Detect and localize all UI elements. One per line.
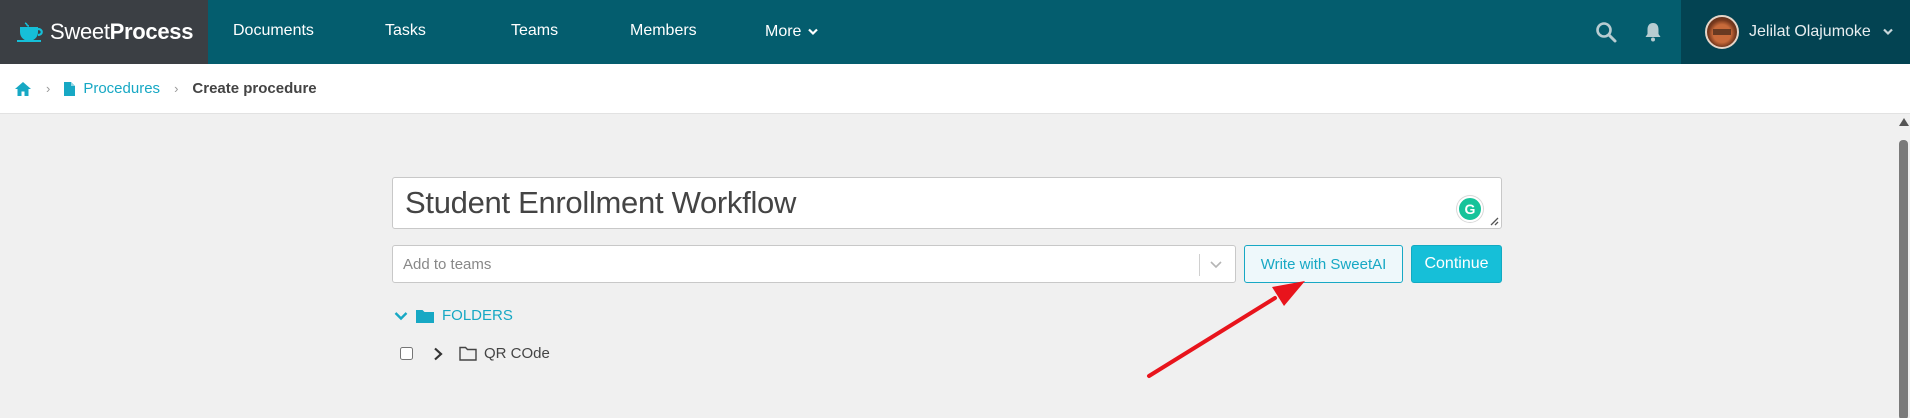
- procedure-title-value[interactable]: Student Enrollment Workflow: [405, 185, 796, 221]
- breadcrumb: › Procedures › Create procedure: [0, 64, 1910, 114]
- folder-outline-icon: [459, 346, 477, 361]
- nav-tasks[interactable]: Tasks: [385, 0, 426, 64]
- teams-placeholder: Add to teams: [403, 256, 492, 273]
- scroll-up-arrow-icon[interactable]: [1899, 118, 1909, 126]
- chevron-down-icon: [808, 28, 819, 36]
- nav-documents[interactable]: Documents: [233, 0, 314, 64]
- chevron-down-icon: [1883, 28, 1893, 36]
- bell-icon[interactable]: [1641, 20, 1665, 44]
- chevron-down-icon[interactable]: [1208, 256, 1224, 272]
- folder-item[interactable]: QR COde: [400, 345, 550, 362]
- home-icon[interactable]: [14, 81, 32, 97]
- user-menu[interactable]: Jelilat Olajumoke: [1681, 0, 1910, 64]
- resize-handle-icon[interactable]: [1489, 216, 1499, 226]
- continue-button[interactable]: Continue: [1411, 245, 1502, 283]
- nav-members[interactable]: Members: [630, 0, 697, 64]
- folders-toggle[interactable]: FOLDERS: [394, 307, 513, 324]
- procedure-title-input[interactable]: Student Enrollment Workflow G: [392, 177, 1502, 229]
- brand-logo[interactable]: SweetProcess: [0, 0, 208, 64]
- user-name: Jelilat Olajumoke: [1749, 23, 1871, 40]
- breadcrumb-separator: ›: [46, 81, 51, 96]
- document-icon: [64, 81, 76, 96]
- nav-more-label: More: [765, 23, 802, 40]
- nav-teams[interactable]: Teams: [511, 0, 558, 64]
- chevron-down-icon: [394, 311, 408, 320]
- grammarly-icon[interactable]: G: [1457, 196, 1483, 222]
- breadcrumb-procedures[interactable]: Procedures: [64, 80, 160, 97]
- scrollbar[interactable]: [1896, 114, 1910, 418]
- scrollbar-thumb[interactable]: [1899, 140, 1908, 418]
- brand-name: SweetProcess: [50, 19, 194, 44]
- folder-checkbox[interactable]: [400, 347, 413, 360]
- nav-more[interactable]: More: [765, 0, 819, 64]
- breadcrumb-procedures-label: Procedures: [83, 80, 161, 97]
- chevron-right-icon[interactable]: [431, 347, 445, 361]
- top-navbar: SweetProcess Documents Tasks Teams Membe…: [0, 0, 1910, 64]
- folder-icon: [416, 309, 434, 323]
- folders-header-label: FOLDERS: [442, 307, 513, 324]
- breadcrumb-separator: ›: [174, 81, 179, 96]
- folder-item-label: QR COde: [484, 345, 550, 362]
- breadcrumb-current: Create procedure: [192, 80, 317, 97]
- add-to-teams-select[interactable]: Add to teams: [392, 245, 1236, 283]
- write-with-sweetai-button[interactable]: Write with SweetAI: [1244, 245, 1403, 283]
- cup-logo-icon: [17, 22, 43, 42]
- select-divider: [1199, 254, 1200, 276]
- search-icon[interactable]: [1594, 20, 1618, 44]
- avatar: [1705, 15, 1739, 49]
